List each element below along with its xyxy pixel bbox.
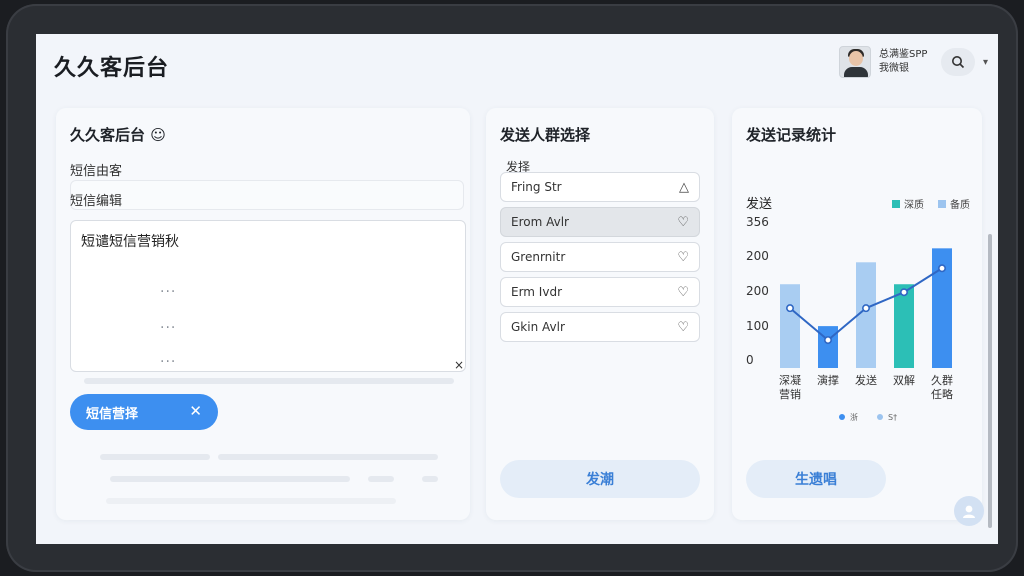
placeholder-dots: ··· <box>160 354 177 370</box>
user-support-icon <box>963 505 975 518</box>
y-tick-label: 356 <box>746 215 769 229</box>
heart-icon[interactable]: ♡ <box>677 215 689 230</box>
legend-dot <box>877 414 883 420</box>
placeholder-line <box>100 454 210 460</box>
customer-label: 短信由客 <box>70 164 123 179</box>
line-point[interactable] <box>862 304 871 313</box>
option-label: Erom Avlr <box>511 215 569 229</box>
heart-icon[interactable]: ♡ <box>677 320 689 335</box>
chart-subtitle: 发送 <box>746 196 772 212</box>
legend-label: 备质 <box>950 198 970 211</box>
placeholder-line <box>422 476 438 482</box>
placeholder-dots: ··· <box>160 284 177 300</box>
option-label: Erm Ivdr <box>511 285 562 299</box>
heart-icon[interactable]: ♡ <box>677 285 689 300</box>
y-tick-label: 200 <box>746 249 769 263</box>
placeholder-line <box>110 476 350 482</box>
y-tick-label: 200 <box>746 284 769 298</box>
audience-option[interactable]: Grenrnitr ♡ <box>500 242 700 272</box>
bar[interactable] <box>818 326 838 368</box>
x-tick-label: 发送 <box>855 373 877 387</box>
help-icon[interactable] <box>954 496 984 526</box>
audience-card-title: 发送人群选择 <box>500 126 591 144</box>
send-button[interactable]: 发潮 <box>500 460 700 498</box>
editor-card-title: 久久客后台 ☺ <box>70 126 166 144</box>
placeholder-line <box>106 498 396 504</box>
sms-editor-card: 久久客后台 ☺ 短信由客 短信编辑 短谴短信营销秋 ··· ··· ··· × … <box>56 108 470 520</box>
user-role: 我微银 <box>878 63 909 74</box>
close-icon[interactable]: ✕ <box>189 402 202 420</box>
y-tick-label: 100 <box>746 319 769 333</box>
bar[interactable] <box>894 284 914 368</box>
option-label: Fring Str <box>511 180 562 194</box>
x-tick-label: 营销 <box>779 387 801 401</box>
legend-label: S† <box>888 413 897 422</box>
x-tick-label: 深凝 <box>779 373 801 387</box>
edit-label: 短信编辑 <box>70 194 123 209</box>
user-avatar[interactable] <box>838 46 871 78</box>
legend-swatch <box>938 200 946 208</box>
legend-label: 浙 <box>850 412 858 422</box>
stats-card: 发送记录统计 发送 深质 备质 356 200 200 100 0 深凝 营销 演撑 发送 双解 久群 任略… <box>732 108 992 528</box>
chevron-down-icon[interactable]: ▾ <box>983 57 988 68</box>
divider <box>84 378 454 384</box>
audience-card: 发送人群选择 发择 Fring Str △ Erom Avlr ♡ Grenrnitr ♡… <box>486 108 714 520</box>
generate-button[interactable]: 生遗唱 <box>746 460 886 498</box>
sms-content-textarea[interactable]: 短谴短信营销秋 <box>70 220 466 372</box>
app-screen: 久久客后台 总满鉴SPP 我微银 ▾ 久久客后台 ☺ 短信由客 短信编辑 短谴短… <box>36 34 998 544</box>
line-point[interactable] <box>900 288 909 297</box>
heart-icon[interactable]: ♡ <box>677 250 689 265</box>
search-button[interactable] <box>940 48 975 76</box>
search-icon <box>951 56 965 69</box>
app-title: 久久客后台 <box>54 56 170 81</box>
line-point[interactable] <box>824 336 833 345</box>
y-tick-label: 0 <box>746 353 754 367</box>
x-tick-label: 任略 <box>931 387 953 401</box>
triangle-icon[interactable]: △ <box>679 180 689 195</box>
legend-dot <box>839 414 845 420</box>
audience-option[interactable]: Gkin Avlr ♡ <box>500 312 700 342</box>
customer-field[interactable] <box>70 180 464 210</box>
placeholder-line <box>368 476 394 482</box>
legend-label: 深质 <box>904 199 924 211</box>
stats-chart: 发送 深质 备质3562002001000深凝营销演撑 发送 双解 久群任略浙 S† <box>746 196 970 422</box>
audience-option[interactable]: Erom Avlr ♡ <box>500 207 700 237</box>
line-point[interactable] <box>938 264 947 273</box>
x-tick-label: 久群 <box>931 373 953 387</box>
placeholder-line <box>218 454 438 460</box>
x-tick-label: 双解 <box>893 373 915 387</box>
tag-label: 短信营择 <box>86 405 139 421</box>
user-name: 总满鉴SPP <box>878 49 928 60</box>
clear-icon[interactable]: × <box>454 358 464 372</box>
scrollbar[interactable] <box>988 234 992 528</box>
legend-swatch <box>892 200 900 208</box>
option-label: Gkin Avlr <box>511 320 565 334</box>
user-area: 总满鉴SPP 我微银 ▾ <box>838 46 988 78</box>
sms-content-text: 短谴短信营销秋 <box>81 234 179 250</box>
audience-option[interactable]: Fring Str △ <box>500 172 700 202</box>
bar[interactable] <box>780 284 800 368</box>
audience-option[interactable]: Erm Ivdr ♡ <box>500 277 700 307</box>
x-tick-label: 演撑 <box>817 373 839 387</box>
user-info: 总满鉴SPP 我微银 <box>879 48 933 76</box>
sms-tag-button[interactable]: 短信营择 ✕ <box>70 394 218 430</box>
option-label: Grenrnitr <box>511 250 566 264</box>
placeholder-dots: ··· <box>160 320 177 336</box>
line-point[interactable] <box>785 304 794 313</box>
